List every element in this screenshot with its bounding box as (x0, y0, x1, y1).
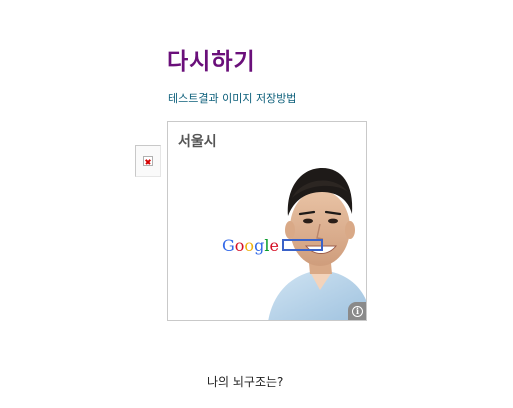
save-result-image-guide-link[interactable]: 테스트결과 이미지 저장방법 (168, 90, 296, 106)
ad-info-glyph: i (352, 306, 363, 317)
brain-structure-question: 나의 뇌구조는? (207, 375, 284, 389)
google-logo-letter: o (244, 236, 255, 255)
google-logo: Google (222, 236, 279, 255)
google-logo-letter: g (254, 236, 265, 255)
google-logo-letter: o (234, 236, 245, 255)
ad-city-label: 서울시 (178, 134, 217, 150)
search-box-outline (282, 239, 323, 251)
broken-image (135, 145, 161, 177)
google-logo-letter: e (269, 236, 279, 255)
info-icon[interactable]: i (348, 302, 366, 320)
retry-link[interactable]: 다시하기 (167, 42, 256, 76)
google-logo-letter: G (222, 236, 235, 255)
broken-image-icon (143, 156, 153, 166)
google-ad-banner[interactable]: 서울시 Google i (167, 121, 367, 321)
